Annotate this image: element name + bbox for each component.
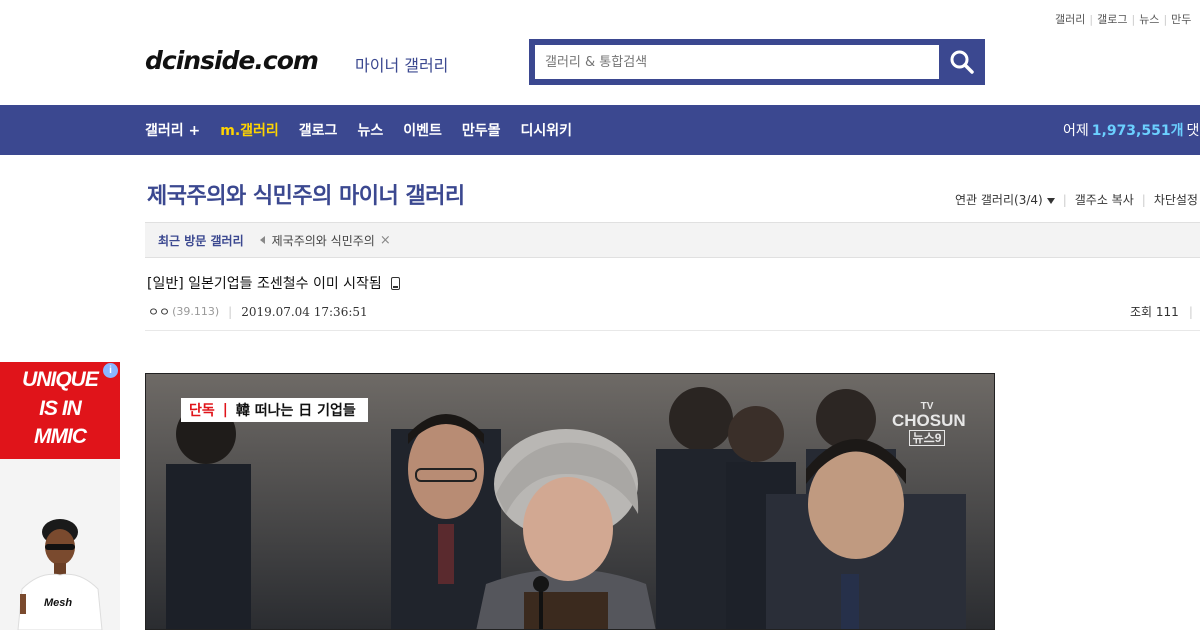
divider: | bbox=[1062, 192, 1067, 207]
scroll-left-icon[interactable] bbox=[259, 236, 265, 244]
nav-item-event[interactable]: 이벤트 bbox=[403, 120, 442, 140]
post-ip: (39.113) bbox=[172, 305, 220, 318]
close-icon[interactable]: × bbox=[380, 233, 391, 248]
article-image[interactable]: 단독 | 韓 떠나는 日 기업들 TV CHOSUN 뉴스9 bbox=[145, 373, 995, 630]
nav-item-gallery[interactable]: 갤러리 + bbox=[145, 120, 200, 140]
search-box bbox=[529, 39, 985, 85]
tv-logo-line-2: CHOSUN bbox=[892, 411, 966, 430]
post-views-text: 조회 111 bbox=[1130, 305, 1179, 319]
ad-model-image: Mesh bbox=[0, 459, 120, 630]
top-link-gallery[interactable]: 갤러리 bbox=[1055, 13, 1085, 26]
nav-item-minor-gallery[interactable]: m.갤러리 bbox=[220, 120, 279, 140]
recent-visited-label: 최근 방문 갤러리 bbox=[158, 233, 244, 248]
ad-info-icon[interactable]: i bbox=[103, 363, 118, 378]
search-button[interactable] bbox=[939, 39, 985, 85]
top-link-gallog[interactable]: 갤로그 bbox=[1097, 13, 1127, 26]
divider: | bbox=[228, 304, 233, 319]
divider: | bbox=[1089, 13, 1094, 26]
ad-line-1: UNIQUE bbox=[22, 368, 99, 391]
post-meta: ㅇㅇ (39.113) | 2019.07.04 17:36:51 bbox=[148, 303, 368, 320]
recent-gallery-link[interactable]: 제국주의와 식민주의 bbox=[272, 232, 375, 249]
caption-text: 韓 떠나는 日 기업들 bbox=[235, 403, 356, 419]
main-nav-bar: 갤러리 + m.갤러리 갤로그 뉴스 이벤트 만두몰 디시위키 어제 1,973… bbox=[0, 105, 1200, 155]
logo-subtitle[interactable]: 마이너 갤러리 bbox=[355, 52, 448, 76]
copy-address-button[interactable]: 갤주소 복사 bbox=[1075, 191, 1134, 208]
caption-tag: 단독 bbox=[189, 403, 215, 419]
search-icon bbox=[950, 50, 974, 74]
divider: | bbox=[1141, 192, 1146, 207]
ad-line-2: IS IN bbox=[39, 397, 82, 420]
nav-item-mandu-mall[interactable]: 만두몰 bbox=[462, 120, 501, 140]
post-views: 조회 111 | bbox=[1130, 303, 1193, 320]
svg-text:Mesh: Mesh bbox=[44, 597, 72, 609]
post-header-divider bbox=[145, 330, 1200, 331]
side-ad-banner[interactable]: UNIQUE IS IN MMIC i Mesh bbox=[0, 362, 120, 630]
main-nav: 갤러리 + m.갤러리 갤로그 뉴스 이벤트 만두몰 디시위키 bbox=[145, 105, 592, 155]
post-title: [일반] 일본기업들 조센철수 이미 시작됨 bbox=[147, 273, 400, 293]
caption-bar: | bbox=[222, 402, 228, 418]
related-gallery-label: 연관 갤러리(3/4) bbox=[955, 193, 1043, 207]
block-settings-button[interactable]: 차단설정 bbox=[1154, 191, 1198, 208]
top-links: 갤러리 | 갤로그 | 뉴스 | 만두 bbox=[1055, 11, 1191, 27]
stat-suffix: 댓글 bbox=[1186, 123, 1200, 139]
nav-item-news[interactable]: 뉴스 bbox=[357, 120, 383, 140]
post-title-text: [일반] 일본기업들 조센철수 이미 시작됨 bbox=[147, 276, 382, 292]
recent-visited-bar: 최근 방문 갤러리 제국주의와 식민주의 × bbox=[145, 222, 1200, 258]
tv-logo-line-3: 뉴스9 bbox=[908, 430, 946, 446]
site-logo[interactable]: dcinside.com bbox=[145, 46, 319, 75]
gallery-title[interactable]: 제국주의와 식민주의 마이너 갤러리 bbox=[147, 178, 465, 210]
post-author[interactable]: ㅇㅇ bbox=[148, 303, 170, 320]
broadcaster-logo: TV CHOSUN 뉴스9 bbox=[892, 402, 966, 446]
stat-number: 1,973,551개 bbox=[1091, 123, 1184, 139]
divider: | bbox=[1163, 13, 1168, 26]
news-caption: 단독 | 韓 떠나는 日 기업들 bbox=[181, 398, 368, 422]
ad-headline-block: UNIQUE IS IN MMIC bbox=[0, 362, 120, 459]
dropdown-arrow-icon bbox=[1046, 197, 1055, 204]
stat-prefix: 어제 bbox=[1063, 123, 1089, 139]
post-date: 2019.07.04 17:36:51 bbox=[241, 304, 368, 319]
nav-item-dcwiki[interactable]: 디시위키 bbox=[520, 120, 572, 140]
ad-line-3: MMIC bbox=[34, 425, 87, 448]
gallery-tools: 연관 갤러리(3/4) | 갤주소 복사 | 차단설정 bbox=[955, 191, 1198, 208]
divider: | bbox=[1188, 305, 1193, 319]
nav-item-gallog[interactable]: 갤로그 bbox=[299, 120, 338, 140]
top-link-mandu[interactable]: 만두 bbox=[1171, 13, 1191, 26]
mobile-icon bbox=[390, 276, 400, 290]
comment-stat: 어제 1,973,551개 댓글 bbox=[1063, 105, 1200, 155]
divider: | bbox=[1131, 13, 1136, 26]
top-link-news[interactable]: 뉴스 bbox=[1139, 13, 1159, 26]
related-gallery-dropdown[interactable]: 연관 갤러리(3/4) bbox=[955, 191, 1055, 208]
search-input[interactable] bbox=[535, 45, 939, 79]
